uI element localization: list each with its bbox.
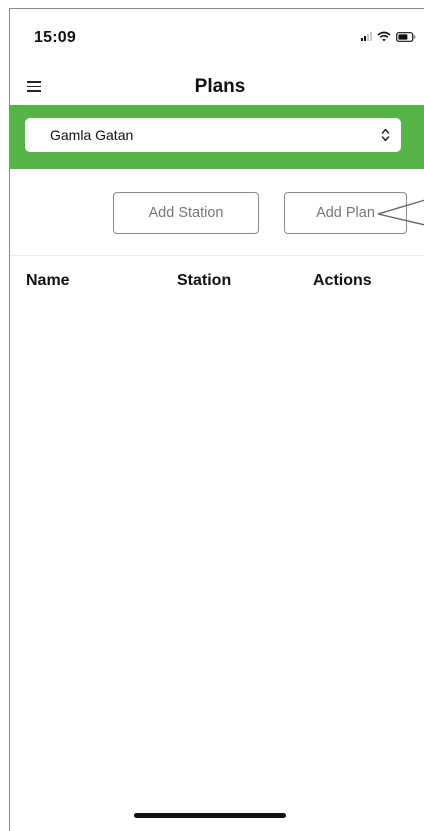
status-time: 15:09 xyxy=(34,29,76,46)
plans-table-body xyxy=(10,299,424,799)
station-select[interactable]: Gamla Gatan xyxy=(25,118,401,152)
table-header: Name Station Actions xyxy=(10,267,424,297)
column-header-station: Station xyxy=(177,272,232,289)
signal-icon xyxy=(361,32,372,41)
add-station-button[interactable]: Add Station xyxy=(113,192,259,234)
status-icons xyxy=(361,31,416,42)
app-screen: 15:09 Plans Gamla Gatan Add Station Add … xyxy=(9,8,424,831)
home-indicator xyxy=(134,813,286,818)
column-header-actions: Actions xyxy=(313,272,372,289)
battery-icon xyxy=(396,31,416,42)
actions-row: Add Station Add Plan xyxy=(10,169,424,256)
add-plan-button[interactable]: Add Plan xyxy=(284,192,407,234)
wifi-icon xyxy=(377,31,391,42)
page-title: Plans xyxy=(194,76,246,97)
column-header-name: Name xyxy=(26,272,70,289)
status-bar: 15:09 xyxy=(10,9,424,57)
station-select-value: Gamla Gatan xyxy=(50,127,134,143)
app-header: Plans xyxy=(10,67,424,107)
station-selector-bar: Gamla Gatan xyxy=(10,105,424,169)
select-arrows-icon xyxy=(381,127,390,143)
